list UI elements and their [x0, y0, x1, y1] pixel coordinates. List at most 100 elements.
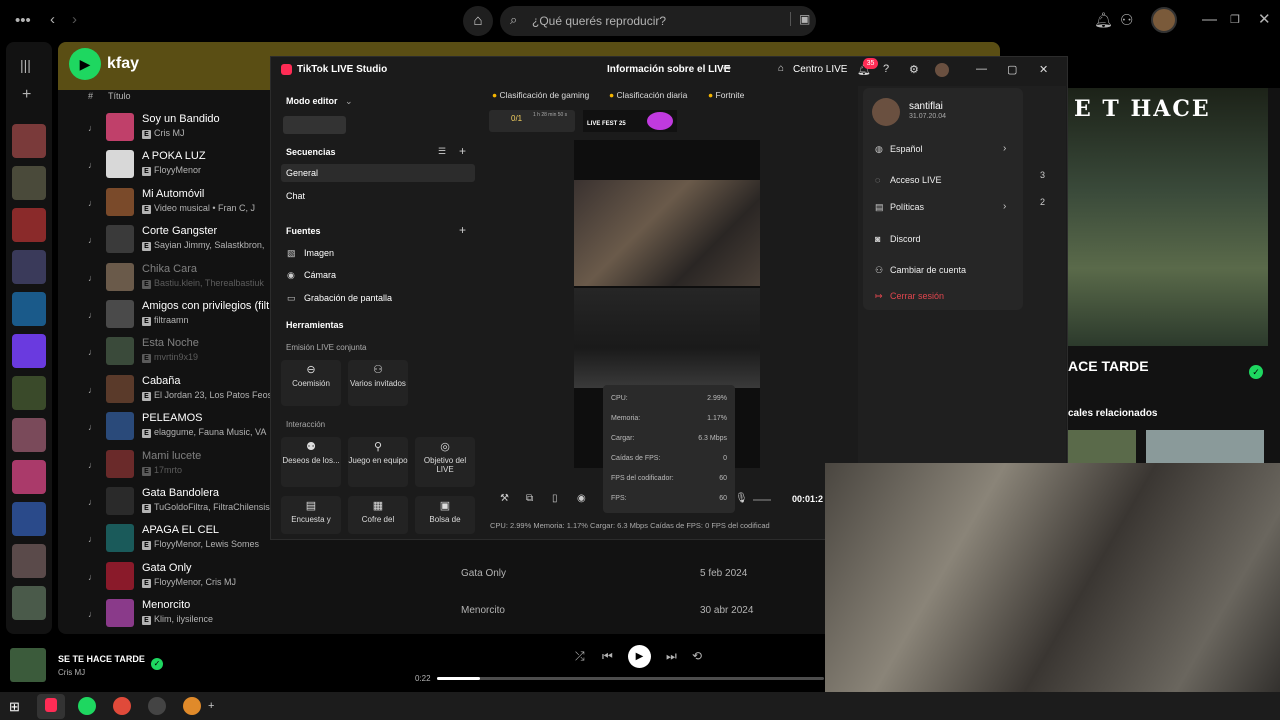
track-title[interactable]: Mami lucete	[142, 450, 201, 462]
track-artist[interactable]: E Cris MJ	[142, 128, 185, 139]
now-playing-song[interactable]: SE TE HACE TARDE	[58, 654, 145, 664]
shuffle-icon[interactable]: ⤮	[575, 649, 585, 664]
taskbar-tiktok[interactable]	[37, 694, 65, 719]
sequence-chat[interactable]: Chat	[286, 191, 305, 201]
saved-icon[interactable]: ✓	[1249, 365, 1263, 379]
centro-live-button[interactable]: Centro LIVE	[793, 64, 847, 75]
track-title[interactable]: A POKA LUZ	[142, 150, 206, 162]
library-icon[interactable]: |||	[20, 57, 31, 73]
obs-icon[interactable]	[148, 697, 166, 715]
now-playing-thumb[interactable]	[10, 648, 46, 682]
track-title[interactable]: Gata Only	[142, 562, 192, 574]
library-item[interactable]	[12, 124, 46, 158]
menu-discord[interactable]: Discord	[890, 234, 921, 244]
track-title[interactable]: Amigos con privilegios (filt	[142, 300, 269, 312]
layout-both[interactable]	[420, 116, 470, 134]
magic-icon[interactable]: ⚒	[500, 493, 509, 504]
menu-live-access[interactable]: Acceso LIVE	[890, 175, 942, 185]
track-artist[interactable]: Eelaggume, Fauna Music, VA	[142, 427, 266, 439]
library-item[interactable]	[12, 208, 46, 242]
avatar[interactable]	[1151, 7, 1177, 33]
now-playing-artist[interactable]: Cris MJ	[58, 668, 85, 677]
track-artist[interactable]: E Sayian Jimmy, Salastkbron,	[142, 240, 264, 252]
list-icon[interactable]: ☰	[438, 146, 446, 157]
track-title[interactable]: Mi Automóvil	[142, 188, 204, 200]
friends-icon[interactable]: ⚇	[1120, 11, 1133, 31]
home-button[interactable]: ⌂	[463, 6, 493, 36]
related-video[interactable]	[1146, 430, 1264, 464]
team-game-button[interactable]: ⚲ Juego en equipo	[348, 437, 408, 487]
library-item[interactable]	[12, 418, 46, 452]
track-artist[interactable]: Emvrtin9x19	[142, 352, 198, 364]
menu-logout[interactable]: Cerrar sesión	[890, 291, 944, 301]
saved-icon[interactable]: ✓	[151, 658, 163, 670]
track-album[interactable]: Gata Only	[461, 568, 506, 579]
minimize-icon[interactable]: —	[976, 63, 987, 75]
track-artist[interactable]: Efiltraamn	[142, 315, 189, 326]
maximize-icon[interactable]: ▢	[1007, 63, 1017, 76]
menu-switch-account[interactable]: Cambiar de cuenta	[890, 265, 966, 275]
track-title[interactable]: Cabaña	[142, 375, 181, 387]
library-item[interactable]	[12, 460, 46, 494]
browser-icon[interactable]	[183, 697, 201, 715]
bag-button[interactable]: ▣ Bolsa de	[415, 496, 475, 534]
browse-icon[interactable]: ▣	[790, 12, 810, 26]
menu-policies[interactable]: Políticas	[890, 202, 924, 212]
live-goal-button[interactable]: ◎ Objetivo del LIVE	[415, 437, 475, 487]
track-title[interactable]: Corte Gangster	[142, 225, 217, 237]
play-button[interactable]: ▶	[69, 48, 101, 80]
track-artist[interactable]: E Bastiu.klein, Therealbastiuk	[142, 278, 264, 289]
wishes-button[interactable]: ⚉ Deseos de los...	[281, 437, 341, 487]
multi-guest-button[interactable]: ⚇ Varios invitados	[348, 360, 408, 406]
source-screen[interactable]: Grabación de pantalla	[304, 293, 392, 303]
library-item[interactable]	[12, 544, 46, 578]
tag-daily[interactable]: ● Clasificación diaria	[609, 90, 687, 100]
treasure-button[interactable]: ▦ Cofre del	[348, 496, 408, 534]
live-info-title[interactable]: Información sobre el LIVE	[607, 64, 730, 75]
add-icon[interactable]: +	[22, 86, 31, 104]
mic-volume-slider[interactable]	[753, 499, 771, 501]
source-camera[interactable]: Cámara	[304, 270, 336, 280]
maximize-icon[interactable]: ❐	[1230, 10, 1240, 30]
spotify-icon[interactable]	[78, 697, 96, 715]
track-artist[interactable]: E FloyyMenor, Lewis Somes	[142, 539, 259, 551]
previous-icon[interactable]: ⏮	[602, 649, 613, 664]
library-item[interactable]	[12, 292, 46, 326]
track-title[interactable]: Chika Cara	[142, 263, 197, 275]
track-artist[interactable]: E 17mrto	[142, 465, 182, 476]
close-icon[interactable]: ✕	[1039, 63, 1048, 76]
mic-icon[interactable]: 🎙︎	[735, 493, 748, 504]
play-pause-button[interactable]: ▶	[628, 645, 651, 668]
source-image[interactable]: Imagen	[304, 248, 334, 258]
track-title[interactable]: APAGA EL CEL	[142, 524, 219, 536]
chrome-icon[interactable]	[113, 697, 131, 715]
track-title[interactable]: Soy un Bandido	[142, 113, 220, 125]
track-artist[interactable]: E El Jordan 23, Los Patos Feos	[142, 390, 272, 401]
screen-source-preview[interactable]	[574, 288, 760, 388]
progress-bar[interactable]	[437, 677, 824, 680]
layout-landscape[interactable]	[353, 116, 403, 134]
track-title[interactable]: Esta Noche	[142, 337, 199, 349]
camera-source-preview[interactable]	[574, 180, 760, 286]
coemision-button[interactable]: ⊖ Coemisión	[281, 360, 341, 406]
back-icon[interactable]: ‹	[50, 10, 55, 30]
minimize-icon[interactable]: —	[1202, 10, 1217, 30]
track-title[interactable]: PELEAMOS	[142, 412, 203, 424]
more-icon[interactable]: •••	[15, 11, 31, 31]
track-artist[interactable]: E FloyyMenor	[142, 165, 201, 177]
library-item[interactable]	[12, 376, 46, 410]
notifications-icon[interactable]: 🔔︎	[1094, 11, 1113, 31]
profile-avatar[interactable]	[935, 63, 949, 77]
track-title[interactable]: Gata Bandolera	[142, 487, 219, 499]
settings-icon[interactable]: ⚙	[909, 63, 919, 76]
track-album[interactable]: Menorcito	[461, 605, 505, 616]
layout-portrait[interactable]	[283, 116, 346, 134]
library-item[interactable]	[12, 502, 46, 536]
track-title[interactable]: Menorcito	[142, 599, 190, 611]
add-icon[interactable]: +	[459, 144, 466, 158]
repeat-icon[interactable]: ⟲	[692, 649, 702, 663]
mode-selector[interactable]: Modo editor	[286, 96, 338, 106]
tag-gaming[interactable]: ● Clasificación de gaming	[492, 90, 589, 100]
tag-fortnite[interactable]: ● Fortnite	[708, 90, 744, 100]
library-item[interactable]	[12, 586, 46, 620]
